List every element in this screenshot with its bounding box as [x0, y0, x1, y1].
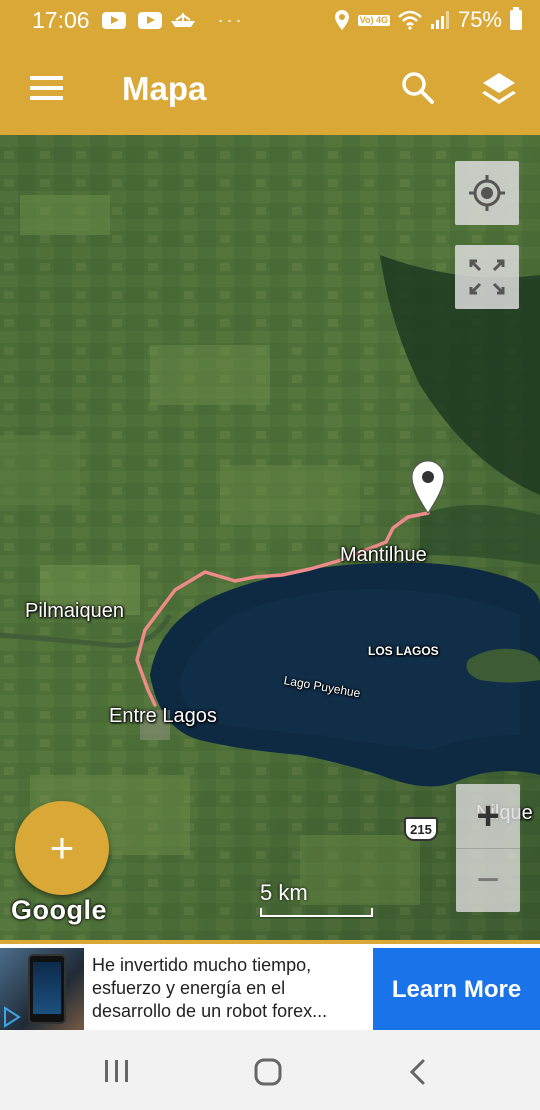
status-bar: 17:06 ··· Vo) 4G 75%	[0, 0, 540, 40]
add-button[interactable]: +	[15, 801, 109, 895]
zoom-out-button[interactable]: −	[456, 848, 520, 912]
fullscreen-button[interactable]	[455, 245, 519, 309]
wifi-icon	[398, 10, 422, 30]
youtube-icon	[101, 11, 126, 29]
route-shield: 215	[404, 817, 438, 841]
zoom-in-button[interactable]: +	[456, 784, 520, 848]
my-location-button[interactable]	[455, 161, 519, 225]
location-icon	[334, 10, 349, 30]
scale-bar	[260, 908, 373, 917]
map-view[interactable]: Mantilhue Pilmaiquen Entre Lagos LOS LAG…	[0, 135, 540, 940]
page-title: Mapa	[122, 70, 207, 107]
map-scale: 5 km	[260, 880, 374, 917]
map-label-mantilhue: Mantilhue	[340, 544, 427, 566]
ad-banner[interactable]: He invertido mucho tiempo, esfuerzo y en…	[0, 940, 540, 1032]
my-location-icon	[469, 175, 505, 211]
menu-icon	[30, 76, 63, 80]
home-icon[interactable]	[253, 1058, 283, 1086]
learn-more-button[interactable]: Learn More	[373, 948, 540, 1032]
map-label-pilmaiquen: Pilmaiquen	[25, 600, 124, 622]
back-icon[interactable]	[406, 1058, 428, 1086]
map-label-entre-lagos: Entre Lagos	[109, 705, 217, 727]
fullscreen-icon	[469, 259, 505, 295]
ad-text[interactable]: He invertido mucho tiempo, esfuerzo y en…	[92, 954, 364, 1023]
battery-percent: 75%	[457, 7, 502, 32]
status-time: 17:06	[32, 6, 90, 33]
boat-icon	[170, 13, 195, 27]
map-label-los-lagos: LOS LAGOS	[368, 644, 439, 658]
zoom-controls: + −	[456, 784, 520, 912]
youtube-icon	[137, 11, 162, 29]
layers-icon[interactable]	[480, 70, 518, 108]
system-nav-bar	[0, 1030, 540, 1110]
adchoices-icon[interactable]	[2, 1006, 22, 1028]
recent-apps-icon[interactable]	[103, 1058, 131, 1084]
more-notifications-icon: ···	[217, 9, 245, 30]
battery-icon	[510, 7, 522, 30]
scale-label: 5 km	[260, 880, 308, 905]
signal-icon	[430, 11, 449, 29]
network-type-badge: Vo) 4G	[357, 14, 390, 26]
menu-button[interactable]	[30, 76, 64, 100]
search-icon[interactable]	[400, 70, 436, 106]
app-bar: Mapa	[0, 40, 540, 135]
google-attribution: Google	[11, 895, 107, 925]
